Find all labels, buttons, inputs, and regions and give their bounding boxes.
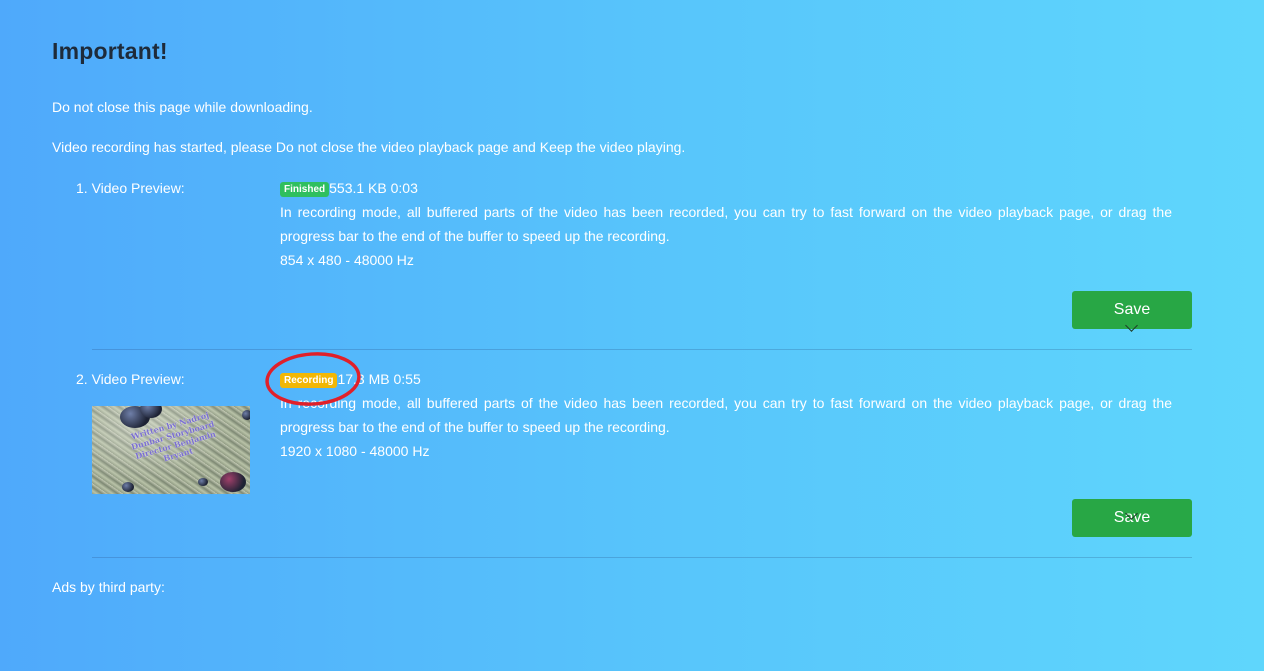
- page-title: Important!: [52, 38, 168, 64]
- ads-label: Ads by third party:: [52, 579, 165, 595]
- video-preview-label: 2. Video Preview:: [76, 371, 185, 387]
- download-warning: Do not close this page while downloading…: [52, 99, 313, 115]
- save-button[interactable]: Save: [1072, 499, 1192, 537]
- video-item: 2. Video Preview: Written by Nadroj Dunb…: [76, 369, 1192, 558]
- thumbnail-shape: [198, 478, 208, 486]
- video-item: 1. Video Preview: Finished 553.1 KB 0:03 …: [76, 178, 1192, 350]
- video-size-duration: 17.3 MB 0:55: [337, 371, 421, 387]
- status-badge: Finished: [280, 182, 330, 197]
- save-button-label: Save: [1113, 301, 1151, 318]
- recording-description: In recording mode, all buffered parts of…: [280, 395, 1172, 435]
- status-badge: Recording: [280, 373, 338, 388]
- video-preview-label: 1. Video Preview:: [76, 180, 185, 196]
- item-divider: [92, 557, 1192, 558]
- status-line: Finished 553.1 KB 0:03: [280, 178, 1172, 198]
- chevron-down-icon: [1125, 319, 1138, 332]
- status-line: Recording 17.3 MB 0:55: [280, 369, 1172, 389]
- video-size-duration: 553.1 KB 0:03: [329, 180, 418, 196]
- item-divider: [92, 349, 1192, 350]
- save-button[interactable]: Save: [1072, 291, 1192, 332]
- thumbnail-shape: [242, 410, 250, 420]
- thumbnail-shape: [220, 472, 246, 492]
- video-resolution: 854 x 480 - 48000 Hz: [280, 252, 414, 268]
- recording-description: In recording mode, all buffered parts of…: [280, 204, 1172, 244]
- video-thumbnail[interactable]: Written by Nadroj Dunbar Storyboard Dire…: [92, 406, 250, 494]
- recording-warning: Video recording has started, please Do n…: [52, 139, 686, 155]
- video-details: Finished 553.1 KB 0:03 In recording mode,…: [280, 178, 1172, 272]
- video-details: Recording 17.3 MB 0:55 In recording mode,…: [280, 369, 1172, 463]
- thumbnail-shape: [122, 482, 134, 492]
- video-resolution: 1920 x 1080 - 48000 Hz: [280, 443, 430, 459]
